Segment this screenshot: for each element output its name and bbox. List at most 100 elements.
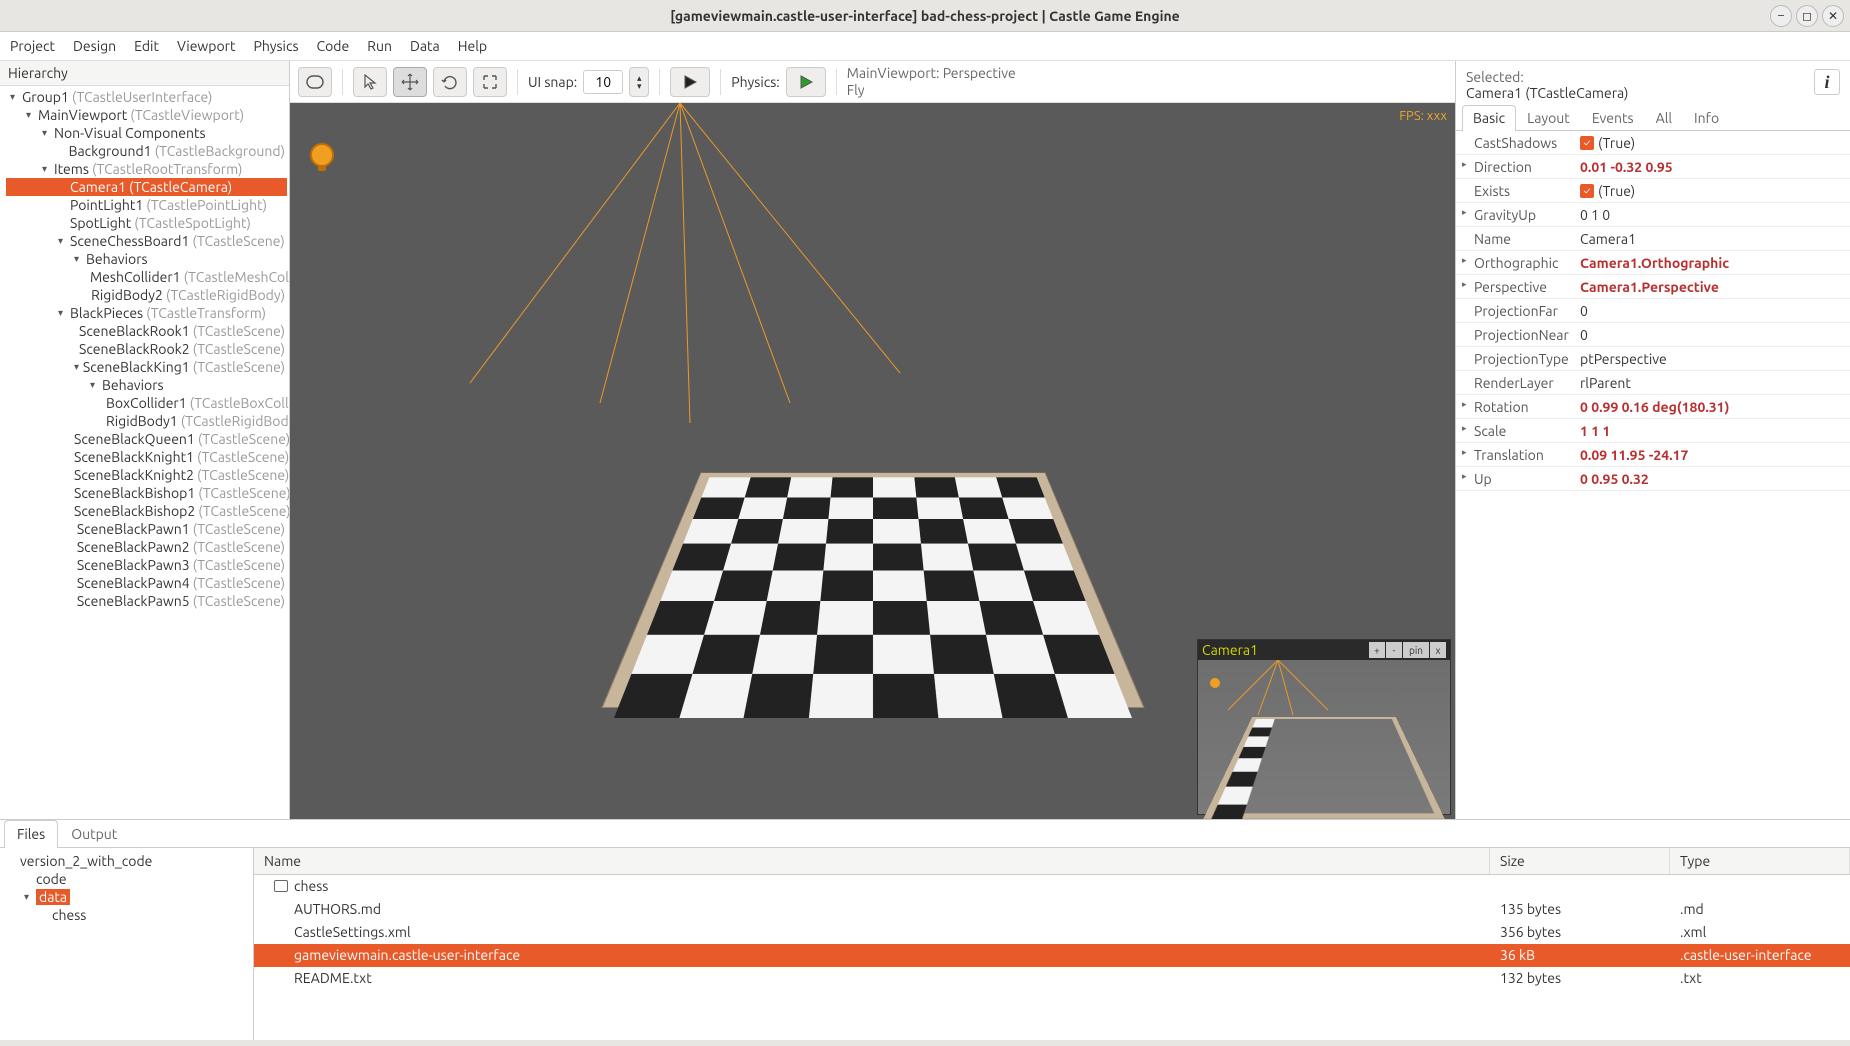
hierarchy-node[interactable]: Camera1(TCastleCamera): [6, 178, 287, 196]
hierarchy-node[interactable]: SceneBlackQueen1(TCastleScene): [6, 430, 287, 448]
viewport[interactable]: FPS: xxx Camera1 +-pinx: [290, 103, 1455, 819]
hierarchy-node[interactable]: MeshCollider1(TCastleMeshCollider): [6, 268, 287, 286]
hierarchy-node[interactable]: SceneBlackPawn5(TCastleScene): [6, 592, 287, 610]
properties-grid[interactable]: CastShadows✓(True)Direction0.01 -0.32 0.…: [1456, 131, 1850, 819]
menu-physics[interactable]: Physics: [254, 38, 299, 54]
viewport-toolbar: UI snap: ▴▾ Physics: MainViewport: Persp…: [290, 61, 1455, 103]
col-size[interactable]: Size: [1490, 848, 1670, 874]
hierarchy-node[interactable]: Background1(TCastleBackground): [6, 142, 287, 160]
hierarchy-node[interactable]: RigidBody1(TCastleRigidBody): [6, 412, 287, 430]
menu-data[interactable]: Data: [410, 38, 440, 54]
maximize-button[interactable]: ◻: [1796, 5, 1818, 27]
window-titlebar: [gameviewmain.castle-user-interface] bad…: [0, 0, 1850, 32]
minimize-button[interactable]: –: [1770, 5, 1792, 27]
hierarchy-node[interactable]: ▾Items(TCastleRootTransform): [6, 160, 287, 178]
prop-up[interactable]: Up0 0.95 0.32: [1456, 467, 1850, 491]
hierarchy-node[interactable]: ▾MainViewport(TCastleViewport): [6, 106, 287, 124]
snap-stepper[interactable]: ▴▾: [629, 67, 649, 97]
selected-label: Selected:: [1466, 69, 1628, 85]
camera-preview-btn[interactable]: -: [1386, 642, 1402, 658]
camera-preview-btn[interactable]: +: [1369, 642, 1385, 658]
hierarchy-node[interactable]: ▾Group1(TCastleUserInterface): [6, 88, 287, 106]
hierarchy-node[interactable]: RigidBody2(TCastleRigidBody): [6, 286, 287, 304]
folder-node[interactable]: chess: [8, 906, 245, 924]
folder-node[interactable]: ▾data: [8, 888, 245, 906]
window-controls: – ◻ ✕: [1770, 5, 1844, 27]
menu-edit[interactable]: Edit: [134, 38, 159, 54]
file-row[interactable]: README.txt132 bytes.txt: [254, 967, 1850, 990]
prop-renderlayer[interactable]: RenderLayerrlParent: [1456, 371, 1850, 395]
bottom-tab-files[interactable]: Files: [4, 820, 58, 848]
inspector-tab-info[interactable]: Info: [1683, 105, 1730, 130]
prop-gravityup[interactable]: GravityUp0 1 0: [1456, 203, 1850, 227]
hierarchy-tree[interactable]: ▾Group1(TCastleUserInterface)▾MainViewpo…: [0, 86, 289, 819]
menu-code[interactable]: Code: [317, 38, 350, 54]
file-row[interactable]: gameviewmain.castle-user-interface36 kB.…: [254, 944, 1850, 967]
menu-project[interactable]: Project: [10, 38, 55, 54]
camera-preview-btn[interactable]: x: [1430, 642, 1446, 658]
bottom-tab-output[interactable]: Output: [58, 820, 130, 847]
rotate-tool[interactable]: [433, 67, 467, 97]
hierarchy-node[interactable]: ▾Non-Visual Components: [6, 124, 287, 142]
hierarchy-node[interactable]: ▾SceneChessBoard1(TCastleScene): [6, 232, 287, 250]
hierarchy-node[interactable]: ▾Behaviors: [6, 250, 287, 268]
move-tool[interactable]: [393, 67, 427, 97]
file-list-header: Name Size Type: [254, 848, 1850, 875]
folder-tree[interactable]: version_2_with_codecode▾datachess: [0, 848, 254, 1040]
file-row[interactable]: AUTHORS.md135 bytes.md: [254, 898, 1850, 921]
hierarchy-node[interactable]: SceneBlackPawn3(TCastleScene): [6, 556, 287, 574]
hierarchy-node[interactable]: SceneBlackKnight2(TCastleScene): [6, 466, 287, 484]
prop-translation[interactable]: Translation0.09 11.95 -24.17: [1456, 443, 1850, 467]
prop-direction[interactable]: Direction0.01 -0.32 0.95: [1456, 155, 1850, 179]
ui-snap-input[interactable]: [583, 70, 623, 94]
folder-node[interactable]: code: [8, 870, 245, 888]
prop-castshadows[interactable]: CastShadows✓(True): [1456, 131, 1850, 155]
file-list[interactable]: Name Size Type chessAUTHORS.md135 bytes.…: [254, 848, 1850, 1040]
prop-rotation[interactable]: Rotation0 0.99 0.16 deg(180.31): [1456, 395, 1850, 419]
prop-orthographic[interactable]: OrthographicCamera1.Orthographic: [1456, 251, 1850, 275]
inspector-tab-layout[interactable]: Layout: [1516, 105, 1581, 130]
hierarchy-node[interactable]: SceneBlackPawn4(TCastleScene): [6, 574, 287, 592]
hierarchy-node[interactable]: BoxCollider1(TCastleBoxCollider): [6, 394, 287, 412]
col-name[interactable]: Name: [254, 848, 1490, 874]
hierarchy-node[interactable]: SceneBlackBishop2(TCastleScene): [6, 502, 287, 520]
menu-design[interactable]: Design: [73, 38, 116, 54]
inspector-tab-events[interactable]: Events: [1581, 105, 1645, 130]
info-icon[interactable]: i: [1814, 69, 1840, 95]
hierarchy-node[interactable]: ▾SceneBlackKing1(TCastleScene): [6, 358, 287, 376]
menu-help[interactable]: Help: [458, 38, 487, 54]
prop-projectionfar[interactable]: ProjectionFar0: [1456, 299, 1850, 323]
file-row[interactable]: chess: [254, 875, 1850, 898]
hierarchy-node[interactable]: SpotLight(TCastleSpotLight): [6, 214, 287, 232]
folder-node[interactable]: version_2_with_code: [8, 852, 245, 870]
prop-name[interactable]: NameCamera1: [1456, 227, 1850, 251]
prop-exists[interactable]: Exists✓(True): [1456, 179, 1850, 203]
file-row[interactable]: CastleSettings.xml356 bytes.xml: [254, 921, 1850, 944]
menu-viewport[interactable]: Viewport: [177, 38, 236, 54]
prop-projectionnear[interactable]: ProjectionNear0: [1456, 323, 1850, 347]
prop-projectiontype[interactable]: ProjectionTypeptPerspective: [1456, 347, 1850, 371]
scale-tool[interactable]: [473, 67, 507, 97]
menu-run[interactable]: Run: [367, 38, 392, 54]
selected-value: Camera1 (TCastleCamera): [1466, 85, 1628, 101]
hierarchy-node[interactable]: SceneBlackRook2(TCastleScene): [6, 340, 287, 358]
hierarchy-node[interactable]: ▾Behaviors: [6, 376, 287, 394]
hierarchy-node[interactable]: SceneBlackKnight1(TCastleScene): [6, 448, 287, 466]
hand-tool[interactable]: [298, 67, 332, 97]
close-button[interactable]: ✕: [1822, 5, 1844, 27]
inspector-tab-basic[interactable]: Basic: [1462, 105, 1516, 131]
play-button[interactable]: [670, 67, 710, 97]
inspector-tab-all[interactable]: All: [1645, 105, 1683, 130]
hierarchy-node[interactable]: PointLight1(TCastlePointLight): [6, 196, 287, 214]
select-tool[interactable]: [353, 67, 387, 97]
hierarchy-node[interactable]: SceneBlackBishop1(TCastleScene): [6, 484, 287, 502]
camera-preview-btn[interactable]: pin: [1403, 642, 1429, 658]
col-type[interactable]: Type: [1670, 848, 1850, 874]
hierarchy-node[interactable]: SceneBlackRook1(TCastleScene): [6, 322, 287, 340]
hierarchy-node[interactable]: SceneBlackPawn2(TCastleScene): [6, 538, 287, 556]
hierarchy-node[interactable]: SceneBlackPawn1(TCastleScene): [6, 520, 287, 538]
physics-play-button[interactable]: [786, 67, 826, 97]
hierarchy-node[interactable]: ▾BlackPieces(TCastleTransform): [6, 304, 287, 322]
prop-perspective[interactable]: PerspectiveCamera1.Perspective: [1456, 275, 1850, 299]
prop-scale[interactable]: Scale1 1 1: [1456, 419, 1850, 443]
